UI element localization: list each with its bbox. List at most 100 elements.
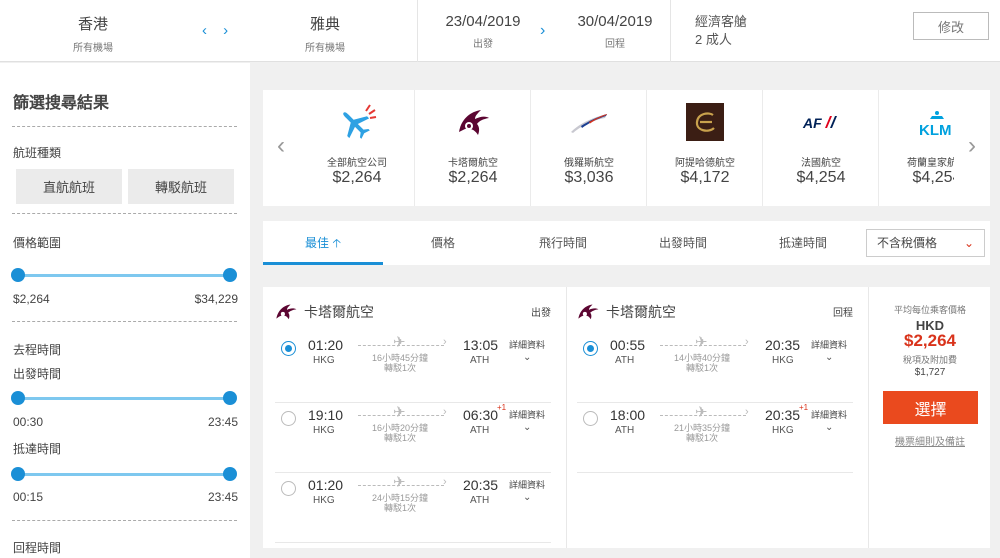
- details-link[interactable]: 詳細資料: [509, 338, 545, 351]
- arrival-min-value: 00:15: [13, 490, 44, 504]
- arrival-airport: HKG: [772, 425, 794, 436]
- option-radio[interactable]: [281, 481, 296, 496]
- chevron-down-icon[interactable]: ⌄: [825, 352, 833, 363]
- duration-text: 21小時35分鐘: [673, 423, 731, 433]
- departure-max-handle[interactable]: [223, 391, 237, 405]
- arrival-time: 20:35: [463, 477, 499, 493]
- fare-rules-link[interactable]: 機票細則及備註: [869, 433, 991, 448]
- details-link[interactable]: 詳細資料: [509, 478, 545, 491]
- carousel-next-button[interactable]: ›: [954, 90, 990, 206]
- outbound-segment: 卡塔爾航空 出發 01:20 HKG ✈ › 16小時45分鐘 轉駁1次 13:…: [263, 287, 565, 548]
- airline-card-etihad[interactable]: 阿提哈德航空 $4,172: [647, 90, 763, 206]
- arrival-max-value: 23:45: [207, 490, 238, 504]
- airline-card-qatar[interactable]: 卡塔爾航空 $2,264: [415, 90, 531, 206]
- price-min-handle[interactable]: [11, 268, 25, 282]
- sort-tab-duration[interactable]: 飛行時間: [503, 221, 623, 265]
- departure-time: 19:10: [308, 407, 344, 423]
- direct-flights-button[interactable]: 直航航班: [16, 169, 122, 204]
- details-link[interactable]: 詳細資料: [509, 408, 545, 421]
- price-panel: 平均每位乘客價格 HKD $2,264 稅項及附加費 $1,727 選擇 機票細…: [868, 287, 990, 548]
- segment-airline: 卡塔爾航空: [606, 304, 676, 320]
- plane-icon: ✈: [393, 474, 406, 491]
- etihad-logo: [686, 103, 724, 141]
- origin-airports: 所有機場: [73, 43, 113, 54]
- flight-option[interactable]: 01:20 HKG ✈ › 24小時15分鐘 轉駁1次 20:35 ATH 詳細…: [275, 473, 551, 543]
- departure-min-value: 00:30: [13, 415, 44, 429]
- divider: [670, 0, 671, 62]
- flight-option[interactable]: 18:00 ATH ✈ › 21小時35分鐘 轉駁1次 20:35 +1 HKG…: [577, 403, 853, 473]
- departure-time-slider[interactable]: [11, 391, 237, 405]
- swap-icon[interactable]: ‹ ›: [202, 22, 234, 39]
- arrival-airport: ATH: [470, 355, 490, 366]
- flight-option[interactable]: 19:10 HKG ✈ › 16小時20分鐘 轉駁1次 06:30 +1 ATH…: [275, 403, 551, 473]
- arrival-airport: ATH: [470, 495, 490, 506]
- flight-option[interactable]: 01:20 HKG ✈ › 16小時45分鐘 轉駁1次 13:05 ATH 詳細…: [275, 333, 551, 403]
- sort-tab-arrival[interactable]: 抵達時間: [743, 221, 863, 265]
- sort-tab-price[interactable]: 價格: [383, 221, 503, 265]
- sort-tab-departure[interactable]: 出發時間: [623, 221, 743, 265]
- return-date[interactable]: 30/04/2019 回程: [564, 13, 666, 50]
- svg-text:KLM: KLM: [919, 122, 952, 139]
- airline-price: $2,264: [448, 169, 498, 186]
- chevron-down-icon[interactable]: ⌄: [523, 422, 531, 433]
- airline-card-aeroflot[interactable]: 俄羅斯航空 $3,036: [531, 90, 647, 206]
- edit-search-button[interactable]: 修改: [913, 12, 989, 40]
- plane-icon: ✈: [393, 334, 406, 351]
- arrival-time-slider[interactable]: [11, 467, 237, 481]
- option-radio[interactable]: [583, 341, 598, 356]
- price-max-value: $34,229: [194, 292, 238, 306]
- chevron-down-icon[interactable]: ⌄: [523, 352, 531, 363]
- flight-duration: 16小時45分鐘 轉駁1次: [350, 353, 450, 373]
- depart-date[interactable]: 23/04/2019 出發: [432, 13, 534, 50]
- departure-airport: HKG: [313, 425, 335, 436]
- sort-tab-best[interactable]: 最佳 🡡: [263, 221, 383, 265]
- chevron-down-icon[interactable]: ⌄: [523, 492, 531, 503]
- carousel-prev-button[interactable]: ‹: [263, 90, 299, 206]
- origin-city: 香港: [77, 16, 108, 33]
- price-range-label: 價格範圍: [13, 236, 62, 250]
- price-min-value: $2,264: [13, 292, 50, 306]
- select-flight-button[interactable]: 選擇: [883, 391, 978, 424]
- arrival-max-handle[interactable]: [223, 467, 237, 481]
- passengers[interactable]: 經濟客艙 2 成人: [695, 13, 747, 49]
- airline-name: 阿提哈德航空: [675, 158, 735, 169]
- airline-card-all[interactable]: 全部航空公司 $2,264: [299, 90, 415, 206]
- option-radio[interactable]: [583, 411, 598, 426]
- details-link[interactable]: 詳細資料: [811, 408, 847, 421]
- chevron-down-icon[interactable]: ⌄: [825, 422, 833, 433]
- connecting-flights-button[interactable]: 轉駁航班: [128, 169, 234, 204]
- option-radio[interactable]: [281, 411, 296, 426]
- flight-option[interactable]: 00:55 ATH ✈ › 14小時40分鐘 轉駁1次 20:35 HKG 詳細…: [577, 333, 853, 403]
- divider: [12, 520, 237, 521]
- arrival-time-values: 00:15 23:45: [13, 490, 238, 504]
- avg-price-label: 平均每位乘客價格: [893, 305, 966, 315]
- price-max-handle[interactable]: [223, 268, 237, 282]
- arrival-time: 13:05: [463, 337, 499, 353]
- departure-min-handle[interactable]: [11, 391, 25, 405]
- tax-price-dropdown[interactable]: 不含稅價格 ⌄: [866, 229, 985, 257]
- details-link[interactable]: 詳細資料: [811, 338, 847, 351]
- departure-airport: HKG: [313, 495, 335, 506]
- option-radio[interactable]: [281, 341, 296, 356]
- flight-duration: 24小時15分鐘 轉駁1次: [350, 493, 450, 513]
- price-range-slider[interactable]: [11, 268, 237, 282]
- return-date-label: 回程: [605, 39, 625, 50]
- segment-direction: 出發: [531, 308, 551, 319]
- flight-type-label: 航班種類: [13, 146, 62, 160]
- svg-text:AF: AF: [802, 115, 822, 131]
- flight-duration: 14小時40分鐘 轉駁1次: [652, 353, 752, 373]
- qatar-airways-logo: [578, 304, 599, 320]
- stops-text: 轉駁1次: [383, 363, 416, 373]
- arrival-time: 06:30: [463, 407, 499, 423]
- airline-name: 俄羅斯航空: [564, 158, 614, 169]
- airline-carousel: ‹ 全部航空公司 $2,264 卡塔爾航空 $2,264 俄羅斯航空 $3,03…: [263, 90, 990, 206]
- segment-direction: 回程: [833, 308, 853, 319]
- arrival-min-handle[interactable]: [11, 467, 25, 481]
- duration-text: 24小時15分鐘: [371, 493, 429, 503]
- destination[interactable]: 雅典 所有機場: [280, 13, 370, 54]
- search-summary-bar: 香港 所有機場 ‹ › 雅典 所有機場 23/04/2019 出發 › 30/0…: [0, 0, 1000, 62]
- segment-header: 卡塔爾航空 出發: [275, 301, 551, 321]
- origin[interactable]: 香港 所有機場: [48, 13, 138, 54]
- tax-amount: $1,727: [914, 367, 946, 378]
- airline-card-air-france[interactable]: AF 法國航空 $4,254: [763, 90, 879, 206]
